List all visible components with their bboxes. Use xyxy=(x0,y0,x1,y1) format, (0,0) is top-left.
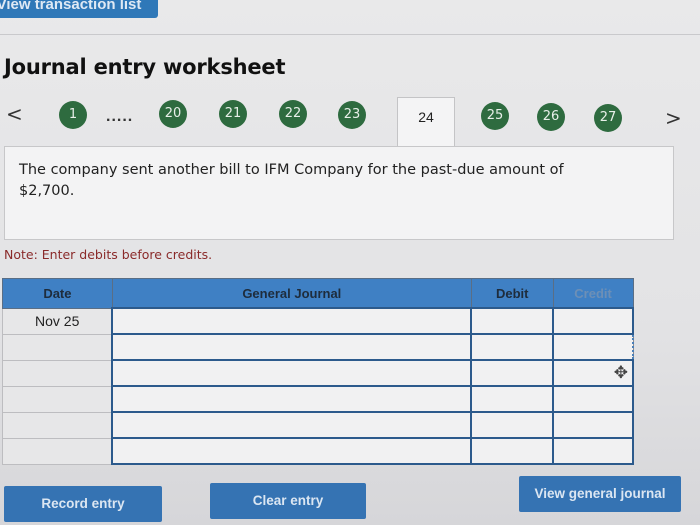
view-transaction-list-button[interactable]: View transaction list xyxy=(0,0,158,18)
debit-input[interactable] xyxy=(470,359,555,387)
move-cursor-icon: ✥ xyxy=(613,363,628,382)
pagination-dots: ..... xyxy=(106,108,134,125)
table-row: Nov 25 xyxy=(2,307,634,335)
prev-arrow-icon[interactable]: < xyxy=(6,102,23,126)
tab-24-active[interactable]: 24 xyxy=(397,97,455,148)
debit-input[interactable] xyxy=(470,437,555,465)
divider xyxy=(0,34,700,35)
view-general-journal-button[interactable]: View general journal xyxy=(519,476,681,512)
debit-input[interactable] xyxy=(470,333,555,361)
table-row xyxy=(2,385,634,413)
date-cell xyxy=(2,333,113,361)
debit-input[interactable] xyxy=(470,385,555,413)
tab-26[interactable]: 26 xyxy=(537,103,565,131)
tab-25[interactable]: 25 xyxy=(481,102,509,130)
header-credit: Credit xyxy=(552,278,634,309)
credit-input[interactable]: ✥ xyxy=(552,359,634,387)
header-date: Date xyxy=(2,278,113,309)
date-cell xyxy=(2,411,113,439)
tab-27[interactable]: 27 xyxy=(594,104,622,132)
date-cell xyxy=(2,437,113,465)
date-cell xyxy=(2,359,113,387)
date-cell xyxy=(2,385,113,413)
table-row xyxy=(2,333,634,361)
tab-21[interactable]: 21 xyxy=(219,100,247,128)
transaction-description-panel: The company sent another bill to IFM Com… xyxy=(4,146,674,240)
account-input[interactable] xyxy=(111,411,473,439)
table-row: ✥ xyxy=(2,359,634,387)
header-general-journal: General Journal xyxy=(111,278,472,309)
account-input[interactable] xyxy=(111,437,473,465)
tab-22[interactable]: 22 xyxy=(279,100,307,128)
tab-1[interactable]: 1 xyxy=(59,101,87,129)
table-row xyxy=(2,411,634,439)
debit-input[interactable] xyxy=(470,307,555,335)
credit-input[interactable] xyxy=(552,307,634,335)
credit-input[interactable] xyxy=(552,411,634,439)
account-input[interactable] xyxy=(111,385,473,413)
tab-20[interactable]: 20 xyxy=(159,100,187,128)
tab-23[interactable]: 23 xyxy=(338,101,366,129)
tab-24-label: 24 xyxy=(418,109,434,125)
clear-entry-button[interactable]: Clear entry xyxy=(210,483,366,519)
debit-input[interactable] xyxy=(470,411,555,439)
page-title: Journal entry worksheet xyxy=(4,55,286,79)
account-input[interactable] xyxy=(111,307,473,335)
credit-input[interactable] xyxy=(552,437,634,465)
next-arrow-icon[interactable]: > xyxy=(665,106,682,130)
transaction-description: The company sent another bill to IFM Com… xyxy=(19,162,564,199)
credit-input-focused[interactable] xyxy=(552,333,634,361)
header-debit: Debit xyxy=(470,278,554,309)
credit-input[interactable] xyxy=(552,385,634,413)
journal-table: Date General Journal Debit Credit Nov 25… xyxy=(2,278,634,465)
table-row xyxy=(2,437,634,465)
note-text: Note: Enter debits before credits. xyxy=(4,247,213,262)
record-entry-button[interactable]: Record entry xyxy=(4,486,162,522)
date-cell: Nov 25 xyxy=(2,307,113,335)
account-input[interactable] xyxy=(111,359,473,387)
account-input[interactable] xyxy=(111,333,473,361)
